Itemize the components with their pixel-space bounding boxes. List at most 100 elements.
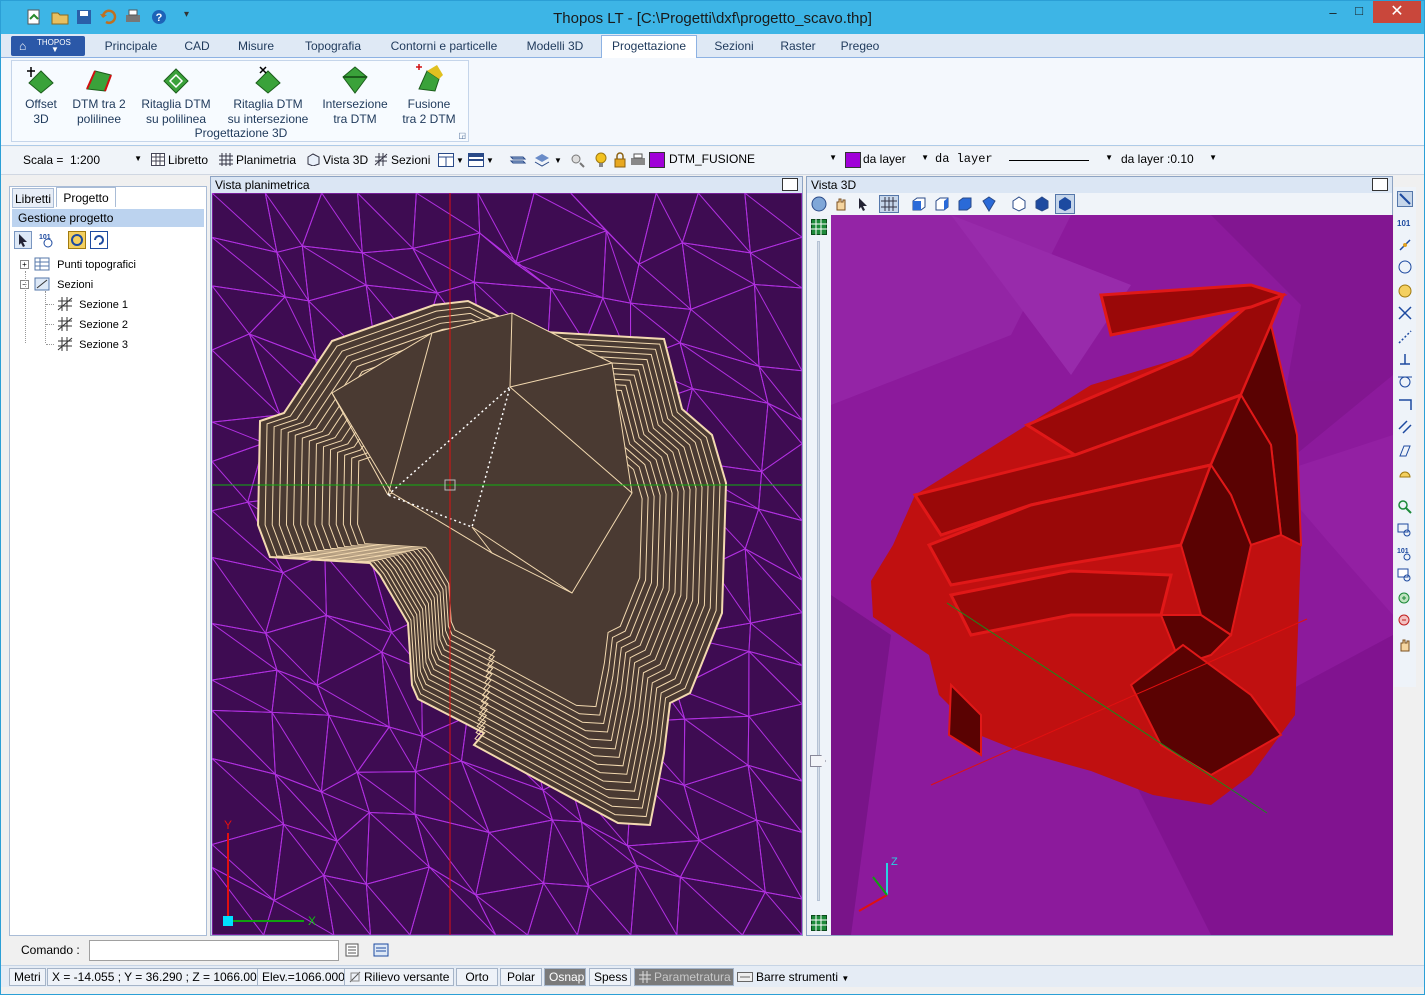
view-front-icon[interactable] [911,196,927,212]
snap-endpoint-icon[interactable] [1397,191,1413,207]
tab-raster[interactable]: Raster [771,38,825,58]
command-window-icon[interactable] [373,943,389,957]
tab-progetto[interactable]: Progetto [56,187,116,207]
barre-strumenti-menu[interactable]: Barre strumenti ▼ [737,970,849,984]
chevron-down-icon[interactable]: ▼ [554,156,562,165]
pan-icon[interactable] [1397,637,1413,653]
wireframe-icon[interactable] [1011,196,1027,212]
ritaglia-dtm-intersezione-button[interactable]: Ritaglia DTM su intersezione [220,63,316,127]
zoom-previous-icon[interactable] [1397,567,1413,583]
plan-canvas[interactable]: X Y [212,193,802,935]
command-history-icon[interactable] [345,943,359,957]
dialog-launcher-icon[interactable]: ◲ [458,131,466,140]
parametratura-toggle[interactable]: Parametratura [634,968,734,986]
view-iso-icon[interactable] [981,196,997,212]
snap-nearest-icon[interactable] [1397,397,1413,413]
tab-pregeo[interactable]: Pregeo [831,38,889,58]
snap-extension-icon[interactable] [1397,329,1413,345]
close-button[interactable]: ✕ [1373,1,1421,23]
lock-icon[interactable] [613,152,627,168]
linetype-combo[interactable]: da layer ▼ [933,150,1117,171]
zoom-slider-track[interactable] [817,241,820,901]
snap-tangent-icon[interactable] [1397,373,1413,389]
zoom-points-icon[interactable]: 101 [38,231,56,249]
tree-item-sezione-1[interactable]: Sezione 1 [46,297,128,311]
snap-insert-icon[interactable] [1397,443,1413,459]
units-indicator[interactable]: Metri [9,968,46,986]
snap-parallel-icon[interactable] [1397,419,1413,435]
tab-modelli-3d[interactable]: Modelli 3D [513,38,597,58]
app-menu-button[interactable]: ⌂ THOPOS ▼ [11,36,85,56]
zoom-extents-icon[interactable] [1397,499,1413,515]
terrain-grid-icon[interactable] [811,915,827,931]
tab-sezioni[interactable]: Sezioni [703,38,765,58]
libretto-button[interactable]: Libretto [151,153,208,167]
tree-item-sezione-3[interactable]: Sezione 3 [46,337,128,351]
tab-libretti[interactable]: Libretti [12,188,54,208]
maximize-viewport-button[interactable] [782,178,798,191]
vista-3d-button[interactable]: Vista 3D [306,153,368,167]
tab-principale[interactable]: Principale [96,38,166,58]
select-icon[interactable] [14,231,32,249]
offset-3d-button[interactable]: Offset 3D [16,63,66,127]
zoom-point-icon[interactable]: 101 [1397,545,1413,561]
tree-item-sezione-2[interactable]: Sezione 2 [46,317,128,331]
tab-progettazione[interactable]: Progettazione [601,35,697,59]
grid-toggle-icon[interactable] [879,195,899,213]
rendered-icon[interactable] [1055,194,1075,214]
chevron-down-icon[interactable]: ▼ [486,156,494,165]
sezioni-button[interactable]: Sezioni [374,153,430,167]
snap-center-icon[interactable] [1397,259,1413,275]
chevron-down-icon[interactable]: ▼ [456,156,464,165]
elevation-readout[interactable]: Elev.=1066.000 [257,968,350,986]
pointer-icon[interactable] [855,196,871,212]
fusione-tra-2-dtm-button[interactable]: Fusione tra 2 DTM [396,63,462,127]
tab-cad[interactable]: CAD [173,38,221,58]
zoom-out-icon[interactable] [1397,613,1413,629]
tab-topografia[interactable]: Topografia [291,38,375,58]
spess-toggle[interactable]: Spess [589,968,631,986]
zoom-in-icon[interactable] [1397,591,1413,607]
snap-perpendicular-icon[interactable] [1397,351,1413,367]
refresh-icon[interactable] [90,231,108,249]
planimetria-button[interactable]: Planimetria [219,153,296,167]
view-top-icon[interactable] [957,196,973,212]
3d-canvas[interactable]: Z [831,215,1393,935]
tab-contorni-e-particelle[interactable]: Contorni e particelle [381,38,507,58]
snap-quadrant-icon[interactable] [1397,283,1413,299]
lightbulb-off-icon[interactable] [570,153,586,168]
mesh-grid-icon[interactable] [811,219,827,235]
snap-intersection-icon[interactable] [1397,305,1413,321]
window-layout-icon[interactable] [438,153,454,167]
command-input[interactable] [89,940,339,961]
orbit-icon[interactable] [811,196,827,212]
sync-icon[interactable] [68,231,86,249]
plot-icon[interactable] [630,153,646,167]
osnap-toggle[interactable]: Osnap [544,968,586,986]
ritaglia-dtm-polilinea-button[interactable]: Ritaglia DTM su polilinea [138,63,214,127]
minimize-button[interactable]: ‒ [1323,5,1343,27]
layers-icon[interactable] [533,153,551,167]
tile-horizontal-icon[interactable] [468,153,484,167]
layer-stack-icon[interactable] [509,153,527,167]
maximize-button[interactable]: □ [1349,3,1369,25]
zoom-slider-thumb[interactable] [810,755,826,767]
snap-point-number-icon[interactable]: 101 [1397,215,1413,231]
rilievo-versante-toggle[interactable]: Rilievo versante [344,968,455,986]
dtm-tra-2-polilinee-button[interactable]: DTM tra 2 polilinee [68,63,130,127]
intersezione-tra-dtm-button[interactable]: Intersezione tra DTM [320,63,390,127]
shaded-icon[interactable] [1034,196,1050,212]
layer-combo[interactable]: DTM_FUSIONE ▼ [667,150,841,171]
pan-hand-icon[interactable] [833,196,849,212]
view-side-icon[interactable] [934,196,950,212]
lightbulb-icon[interactable] [594,152,608,168]
polar-toggle[interactable]: Polar [500,968,542,986]
tab-misure[interactable]: Misure [227,38,285,58]
lineweight-combo[interactable]: da layer :0.10 ▼ [1119,150,1221,171]
maximize-viewport-button[interactable] [1372,178,1388,191]
zoom-window-icon[interactable] [1397,523,1413,539]
snap-line-icon[interactable] [1397,237,1413,253]
tree-item-sezioni[interactable]: − Sezioni [20,277,93,291]
orto-toggle[interactable]: Orto [456,968,498,986]
scale-combo[interactable]: 1:200 ▼ [63,150,145,171]
